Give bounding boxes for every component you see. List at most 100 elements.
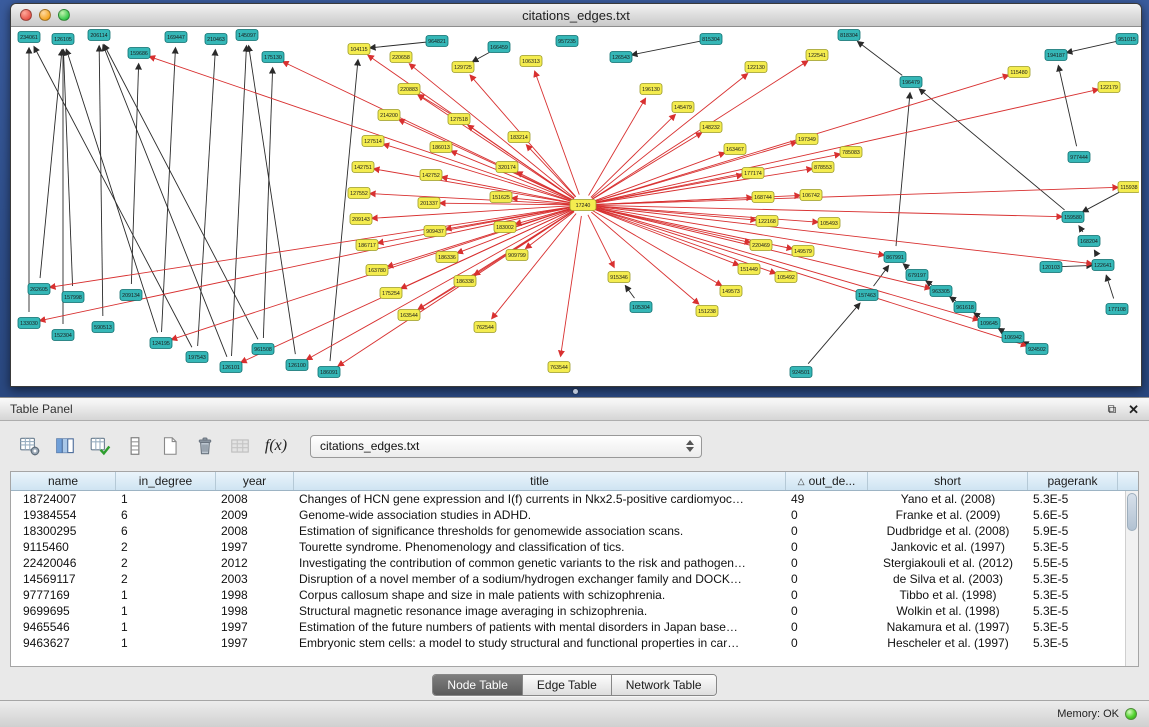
graph-node[interactable]: 157998 [62, 292, 84, 303]
graph-node[interactable]: 124195 [150, 338, 172, 349]
table-row[interactable]: 946362711997Embryonic stem cells: a mode… [11, 635, 1125, 651]
function-builder-icon[interactable]: f(x) [261, 432, 291, 460]
graph-node[interactable]: 196130 [640, 84, 662, 95]
graph-node[interactable]: 210463 [205, 34, 227, 45]
scrollbar-thumb[interactable] [1127, 493, 1137, 531]
citation-network-graph[interactable]: 2340611261052061141596861694472104631450… [11, 27, 1139, 386]
graph-node[interactable]: 106942 [1002, 332, 1024, 343]
graph-node[interactable]: 145097 [236, 30, 258, 41]
graph-node[interactable]: 104115 [348, 44, 370, 55]
graph-node[interactable]: 209134 [120, 290, 142, 301]
graph-node[interactable]: 220883 [398, 84, 420, 95]
window-zoom-button[interactable] [58, 9, 70, 21]
table-row[interactable]: 1872400712008Changes of HCN gene express… [11, 491, 1125, 507]
graph-node[interactable]: 924502 [1026, 344, 1048, 355]
graph-node[interactable]: 163467 [724, 144, 746, 155]
graph-node[interactable]: 126100 [286, 360, 308, 371]
graph-node[interactable]: 186013 [430, 142, 452, 153]
graph-node[interactable]: 148232 [700, 122, 722, 133]
graph-node[interactable]: 163544 [398, 310, 420, 321]
delete-column-icon[interactable] [191, 432, 219, 460]
graph-node[interactable]: 149579 [792, 246, 814, 257]
graph-node[interactable]: 151238 [696, 306, 718, 317]
graph-node[interactable]: 194187 [1045, 50, 1067, 61]
network-window-titlebar[interactable]: citations_edges.txt [11, 4, 1141, 27]
graph-node[interactable]: 127518 [448, 114, 470, 125]
new-column-icon[interactable] [86, 432, 114, 460]
row-selector-icon[interactable] [121, 432, 149, 460]
graph-node[interactable]: 961618 [954, 302, 976, 313]
table-row[interactable]: 1830029562008Estimation of significance … [11, 523, 1125, 539]
column-header-pagerank[interactable]: pagerank [1028, 472, 1118, 490]
graph-node[interactable]: 152304 [52, 330, 74, 341]
graph-node[interactable]: 951015 [1116, 34, 1138, 45]
network-table-selector[interactable]: citations_edges.txt [310, 435, 702, 458]
graph-node[interactable]: 142752 [420, 170, 442, 181]
graph-node[interactable]: 186717 [356, 240, 378, 251]
graph-node[interactable]: 961508 [252, 344, 274, 355]
graph-node[interactable]: 915346 [608, 272, 630, 283]
column-header-title[interactable]: title [294, 472, 786, 490]
graph-node[interactable]: 168204 [1078, 236, 1100, 247]
graph-node[interactable]: 234061 [18, 32, 40, 43]
column-header-out_de[interactable]: △out_de... [786, 472, 868, 490]
graph-node[interactable]: 120103 [1040, 262, 1062, 273]
graph-node[interactable]: 17240 [570, 200, 596, 211]
graph-node[interactable]: 126543 [610, 52, 632, 63]
window-close-button[interactable] [20, 9, 32, 21]
graph-node[interactable]: 151625 [490, 192, 512, 203]
table-row[interactable]: 1456911722003Disruption of a novel membe… [11, 571, 1125, 587]
column-header-short[interactable]: short [868, 472, 1028, 490]
graph-node[interactable]: 106742 [800, 190, 822, 201]
graph-node[interactable]: 209143 [350, 214, 372, 225]
graph-node[interactable]: 196479 [900, 77, 922, 88]
table-row[interactable]: 946554611997Estimation of the future num… [11, 619, 1125, 635]
graph-node[interactable]: 909799 [506, 250, 528, 261]
splitter-handle[interactable] [573, 389, 578, 394]
graph-node[interactable]: 122168 [756, 216, 778, 227]
graph-node[interactable]: 122541 [806, 50, 828, 61]
graph-node[interactable]: 197349 [796, 134, 818, 145]
graph-node[interactable]: 206114 [88, 30, 110, 41]
graph-node[interactable]: 320174 [496, 162, 518, 173]
close-panel-icon[interactable]: ✕ [1128, 403, 1139, 416]
graph-node[interactable]: 957235 [556, 36, 578, 47]
graph-node[interactable]: 126105 [52, 34, 74, 45]
graph-node[interactable]: 183002 [494, 222, 516, 233]
graph-node[interactable]: 129725 [452, 62, 474, 73]
graph-node[interactable]: 590513 [92, 322, 114, 333]
graph-node[interactable]: 183214 [508, 132, 530, 143]
graph-node[interactable]: 105304 [630, 302, 652, 313]
graph-node[interactable]: 220469 [750, 240, 772, 251]
new-file-icon[interactable] [156, 432, 184, 460]
graph-node[interactable]: 159686 [128, 48, 150, 59]
graph-node[interactable]: 168744 [752, 192, 774, 203]
graph-node[interactable]: 818304 [838, 30, 860, 41]
tab-network-table[interactable]: Network Table [612, 675, 716, 695]
column-header-name[interactable]: name [11, 472, 116, 490]
graph-node[interactable]: 127514 [362, 136, 384, 147]
window-minimize-button[interactable] [39, 9, 51, 21]
graph-node[interactable]: 909437 [424, 226, 446, 237]
graph-node[interactable]: 186336 [436, 252, 458, 263]
table-row[interactable]: 1938455462009Genome-wide association stu… [11, 507, 1125, 523]
graph-node[interactable]: 924501 [790, 367, 812, 378]
graph-node[interactable]: 220658 [390, 52, 412, 63]
graph-node[interactable]: 186091 [318, 367, 340, 378]
graph-node[interactable]: 159580 [1062, 212, 1084, 223]
graph-node[interactable]: 964821 [426, 36, 448, 47]
graph-node[interactable]: 133030 [18, 318, 40, 329]
graph-node[interactable]: 122179 [1098, 82, 1120, 93]
graph-node[interactable]: 815304 [700, 34, 722, 45]
graph-node[interactable]: 106313 [520, 56, 542, 67]
show-columns-icon[interactable] [51, 432, 79, 460]
graph-node[interactable]: 157463 [856, 290, 878, 301]
graph-node[interactable]: 142751 [352, 162, 374, 173]
graph-node[interactable]: 175130 [262, 52, 284, 63]
network-canvas[interactable]: 2340611261052061141596861694472104631450… [11, 27, 1141, 386]
graph-node[interactable]: 762544 [474, 322, 496, 333]
graph-node[interactable]: 177108 [1106, 304, 1128, 315]
graph-node[interactable]: 977444 [1068, 152, 1090, 163]
graph-node[interactable]: 785083 [840, 147, 862, 158]
graph-node[interactable]: 126101 [220, 362, 242, 373]
